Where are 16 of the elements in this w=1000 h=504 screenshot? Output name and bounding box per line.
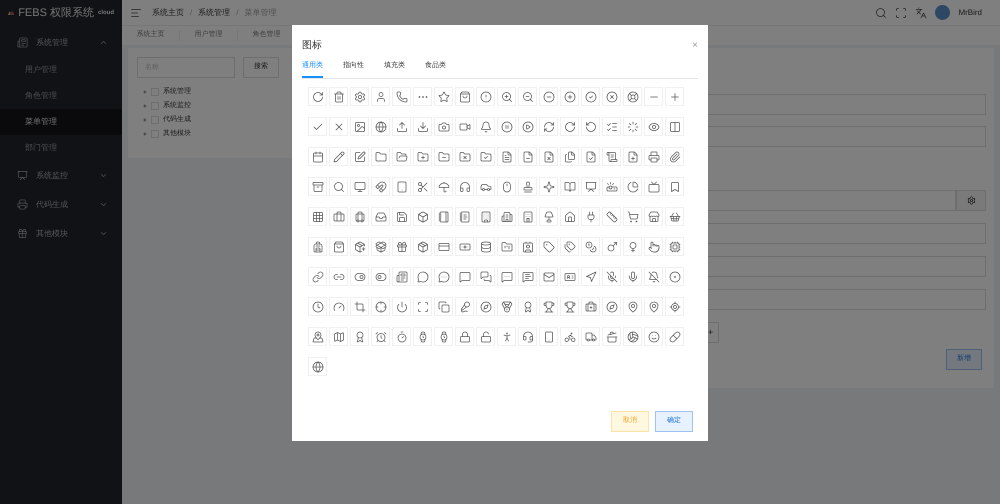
sidebar-subitem[interactable]: 用户管理	[0, 57, 122, 83]
sidebar-item[interactable]: 系统管理	[0, 28, 122, 57]
sidebar-subitem[interactable]: 菜单管理	[0, 109, 122, 135]
user-name[interactable]: MrBird	[958, 6, 982, 18]
breadcrumb-link[interactable]: 系统管理	[198, 6, 230, 18]
close-button[interactable]: ×	[692, 40, 698, 50]
breadcrumb-link[interactable]: 系统主页	[152, 6, 184, 18]
sidebar-subitem[interactable]: 部门管理	[0, 135, 122, 161]
breadcrumb-separator: /	[236, 6, 238, 18]
sidebar-item[interactable]: 系统监控	[0, 161, 122, 190]
sidebar-item[interactable]: 其他模块	[0, 219, 122, 248]
breadcrumb-separator: /	[190, 6, 192, 18]
dialog-title: 图标	[302, 38, 322, 53]
sidebar-item[interactable]: 代码生成	[0, 190, 122, 219]
sidebar-subitem[interactable]: 角色管理	[0, 83, 122, 109]
logo-text: FEBS 权限系统	[18, 6, 94, 21]
